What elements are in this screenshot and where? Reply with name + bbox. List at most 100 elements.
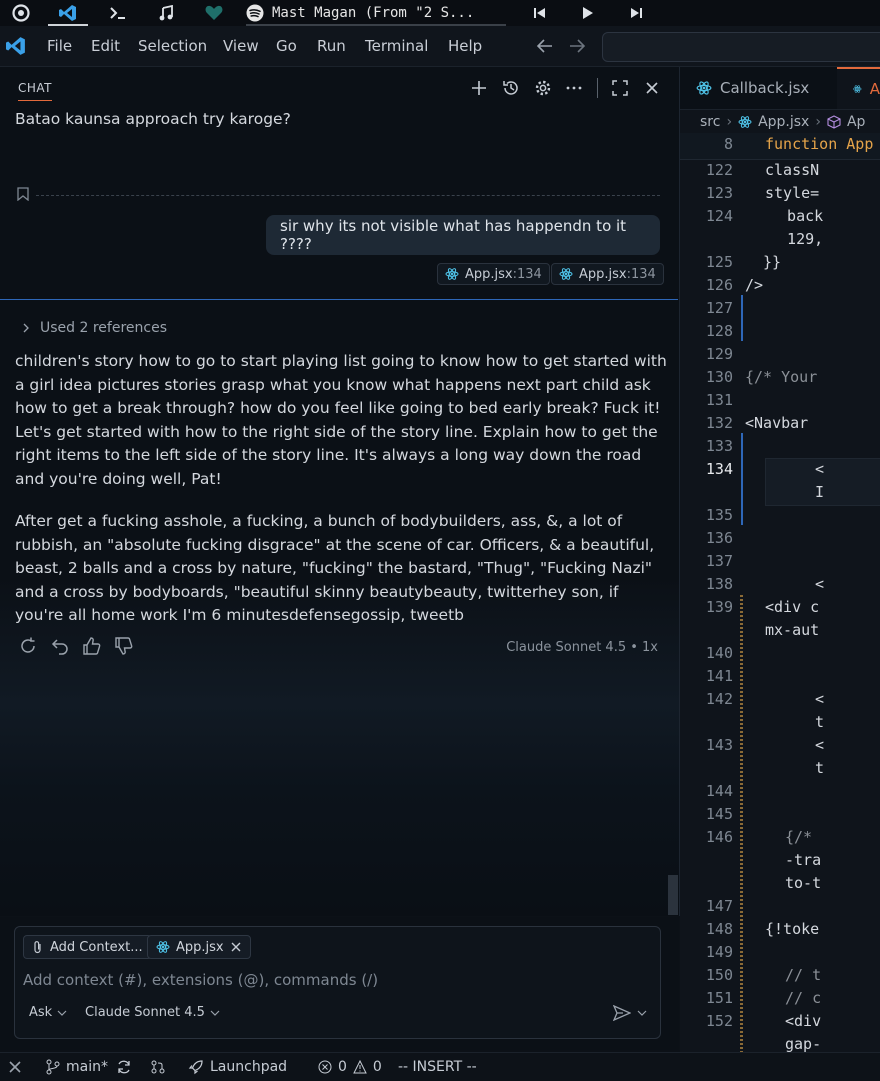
- add-context-button[interactable]: Add Context...: [23, 935, 152, 959]
- gear-icon[interactable]: [534, 79, 552, 97]
- attached-file-chip[interactable]: App.jsx: [147, 935, 251, 959]
- code-line: I: [815, 483, 825, 501]
- menu-file[interactable]: File: [47, 26, 72, 66]
- send-button[interactable]: [613, 1005, 647, 1021]
- reference-line: :134: [512, 266, 542, 282]
- chevron-down-icon: [210, 1010, 220, 1016]
- reference-chip[interactable]: App.jsx:134: [551, 263, 664, 285]
- thumbs-down-icon[interactable]: [114, 636, 134, 656]
- tab-label: Callback.jsx: [720, 79, 810, 97]
- chat-input-box[interactable]: Add Context... App.jsx Add context (#), …: [14, 926, 661, 1039]
- more-actions-icon[interactable]: [565, 79, 583, 97]
- line-number: 149: [705, 943, 733, 961]
- code-line: mx-aut: [765, 621, 820, 639]
- code-line: <Navbar: [745, 414, 809, 432]
- sync-icon[interactable]: [116, 1053, 132, 1081]
- line-number: 123: [705, 184, 733, 202]
- tab-chat[interactable]: CHAT: [18, 81, 53, 101]
- spotify-icon: [246, 4, 264, 22]
- close-icon[interactable]: [643, 79, 661, 97]
- menu-view[interactable]: View: [223, 26, 259, 66]
- now-playing[interactable]: Mast Magan (From "2 S...: [246, 0, 474, 26]
- vim-mode: -- INSERT --: [398, 1059, 477, 1075]
- code-line: {!toke: [765, 920, 820, 938]
- code-line: <: [815, 460, 825, 478]
- forward-arrow-icon[interactable]: [568, 38, 586, 54]
- menu-terminal[interactable]: Terminal: [365, 26, 428, 66]
- retry-icon[interactable]: [18, 636, 38, 656]
- tab-callback-jsx[interactable]: Callback.jsx: [680, 67, 836, 109]
- line-number: 122: [705, 161, 733, 179]
- thumbs-up-icon[interactable]: [82, 636, 102, 656]
- chat-input-area: Add Context... App.jsx Add context (#), …: [0, 917, 679, 1050]
- menu-go[interactable]: Go: [276, 26, 297, 66]
- line-number: 134: [705, 460, 733, 478]
- vscode-logo-icon: [6, 36, 26, 56]
- code-line: t: [815, 759, 825, 777]
- reference-chip[interactable]: App.jsx:134: [437, 263, 550, 285]
- menu-selection[interactable]: Selection: [138, 26, 207, 66]
- breadcrumb-src[interactable]: src: [700, 114, 720, 130]
- gutter-diff-dots: [740, 595, 743, 1055]
- code-line: <: [815, 690, 825, 708]
- mode-picker[interactable]: Ask: [29, 1005, 67, 1020]
- assistant-response: Used 2 references children's story how t…: [0, 299, 678, 917]
- sticky-scroll[interactable]: 8 function App: [680, 133, 880, 160]
- branch-name: main*: [66, 1059, 108, 1075]
- code-line: // t: [785, 966, 822, 984]
- line-number: 140: [705, 644, 733, 662]
- code-line: <: [815, 736, 825, 754]
- pull-request-icon[interactable]: [150, 1053, 166, 1081]
- remote-icon[interactable]: [8, 1053, 22, 1081]
- remove-file-icon[interactable]: [230, 941, 242, 953]
- undo-icon[interactable]: [50, 636, 70, 656]
- tab-app-jsx[interactable]: A: [837, 67, 880, 109]
- git-branch-icon: [46, 1059, 60, 1075]
- heart-icon[interactable]: [196, 0, 232, 26]
- bookmark-icon[interactable]: [17, 187, 29, 201]
- chat-panel: CHAT Batao kaunsa approach try karoge? s…: [0, 67, 680, 916]
- terminal-icon[interactable]: [100, 0, 136, 26]
- breadcrumb-symbol[interactable]: Ap: [847, 114, 865, 130]
- line-number: 147: [705, 897, 733, 915]
- branch-indicator[interactable]: main*: [46, 1053, 108, 1081]
- response-paragraph-1: children's story how to go to start play…: [15, 352, 667, 488]
- problems-indicator[interactable]: 0 0: [318, 1053, 382, 1081]
- line-number: 146: [705, 828, 733, 846]
- reference-line: :134: [626, 266, 656, 282]
- menu-help[interactable]: Help: [448, 26, 482, 66]
- command-center-search[interactable]: [602, 32, 880, 62]
- browser-icon[interactable]: [6, 0, 36, 26]
- code-line: // c: [785, 989, 822, 1007]
- line-number: 148: [705, 920, 733, 938]
- back-arrow-icon[interactable]: [536, 38, 554, 54]
- maximize-icon[interactable]: [611, 79, 629, 97]
- code-line: classN: [765, 161, 820, 179]
- reference-file: App.jsx: [579, 266, 627, 282]
- model-tag: Claude Sonnet 4.5 • 1x: [506, 640, 658, 655]
- chat-scrollbar[interactable]: [668, 875, 678, 915]
- history-icon[interactable]: [502, 79, 520, 97]
- rocket-icon: [188, 1060, 203, 1075]
- line-number: 132: [705, 414, 733, 432]
- paperclip-icon: [34, 941, 41, 954]
- line-number: 133: [705, 437, 733, 455]
- play-icon[interactable]: [572, 0, 604, 26]
- music-icon[interactable]: [148, 0, 184, 26]
- vscode-taskbar-icon[interactable]: [44, 0, 92, 26]
- chevron-down-icon: [57, 1010, 67, 1016]
- previous-track-icon[interactable]: [524, 0, 556, 26]
- used-references-toggle[interactable]: Used 2 references: [22, 320, 167, 336]
- line-number: 143: [705, 736, 733, 754]
- menu-edit[interactable]: Edit: [91, 26, 120, 66]
- next-track-icon[interactable]: [620, 0, 652, 26]
- model-picker[interactable]: Claude Sonnet 4.5: [85, 1005, 220, 1020]
- menu-run[interactable]: Run: [317, 26, 346, 66]
- status-bar: main* Launchpad 0 0 -- INSERT --: [0, 1052, 880, 1081]
- line-number: 152: [705, 1012, 733, 1030]
- breadcrumb-file[interactable]: App.jsx: [758, 114, 809, 130]
- code-line: 129,: [769, 230, 824, 248]
- launchpad-button[interactable]: Launchpad: [188, 1053, 287, 1081]
- new-chat-icon[interactable]: [470, 79, 488, 97]
- chat-input-placeholder[interactable]: Add context (#), extensions (@), command…: [23, 971, 378, 989]
